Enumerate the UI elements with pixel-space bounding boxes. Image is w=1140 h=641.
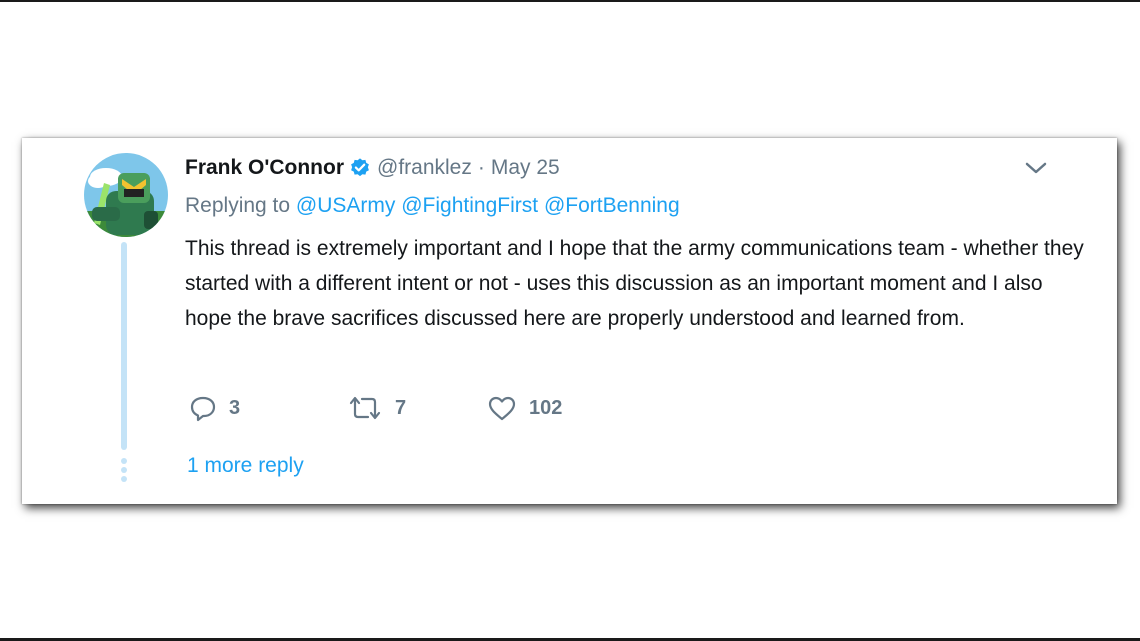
tweet-card: Frank O'Connor @franklez · May 25 Replyi…	[22, 138, 1117, 504]
verified-badge-icon	[349, 157, 371, 179]
retweet-icon	[349, 396, 381, 420]
avatar-image	[84, 153, 168, 237]
retweet-count: 7	[395, 396, 407, 419]
reply-button[interactable]: 3	[189, 393, 240, 423]
mention-usarmy[interactable]: @USArmy	[296, 194, 395, 217]
avatar[interactable]	[84, 153, 168, 237]
tweet-body: This thread is extremely important and I…	[185, 237, 1084, 330]
reply-count: 3	[229, 396, 241, 419]
chevron-down-icon[interactable]	[1022, 158, 1050, 178]
tweet-date[interactable]: May 25	[491, 156, 560, 180]
like-button[interactable]: 102	[487, 393, 562, 423]
author-name[interactable]: Frank O'Connor	[185, 156, 344, 180]
like-count: 102	[529, 396, 563, 419]
thread-connector-dots	[121, 458, 127, 485]
retweet-button[interactable]: 7	[347, 393, 406, 423]
reply-bubble-icon	[190, 396, 216, 422]
header-separator: ·	[477, 156, 485, 179]
heart-icon	[488, 396, 516, 421]
author-handle[interactable]: @franklez	[377, 156, 472, 180]
more-replies-link[interactable]: 1 more reply	[187, 454, 304, 478]
top-frame-line	[0, 0, 1140, 2]
mention-fightingfirst[interactable]: @FightingFirst	[401, 194, 538, 217]
tweet-header: Frank O'Connor @franklez · May 25	[185, 153, 560, 183]
replying-to-line: Replying to @USArmy @FightingFirst @Fort…	[185, 194, 680, 218]
tweet-actions: 3 7 102	[185, 393, 685, 423]
replying-prefix: Replying to	[185, 194, 291, 217]
thread-connector-line	[121, 242, 127, 450]
mention-fortbenning[interactable]: @FortBenning	[544, 194, 680, 217]
